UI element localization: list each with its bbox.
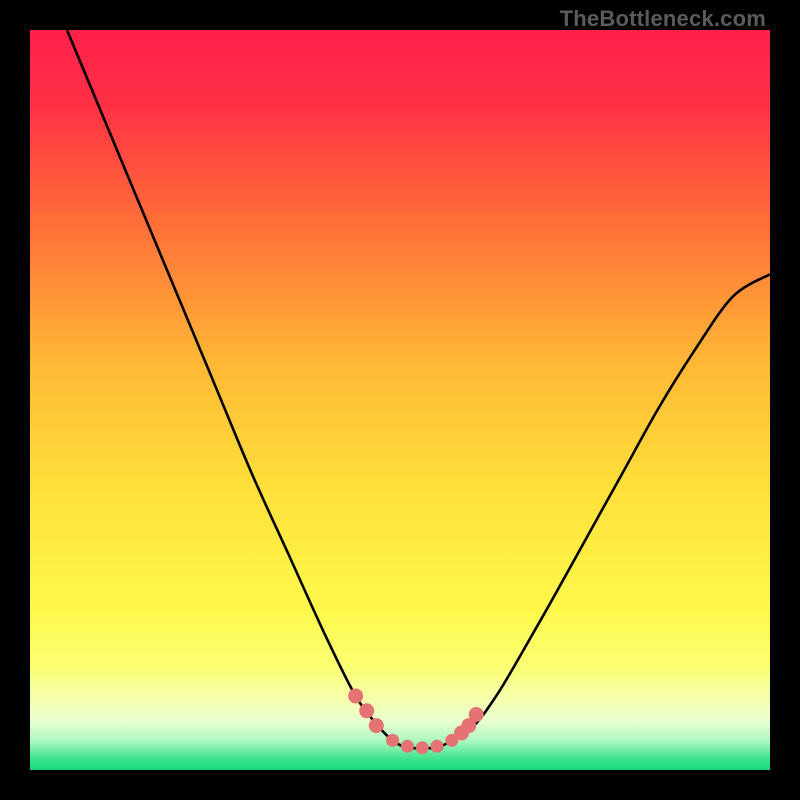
- marker-point: [348, 689, 363, 704]
- marker-point: [431, 740, 444, 753]
- marker-group: [348, 689, 484, 755]
- marker-point: [469, 707, 484, 722]
- watermark-text: TheBottleneck.com: [560, 6, 766, 32]
- marker-point: [386, 734, 399, 747]
- plot-area: [30, 30, 770, 770]
- marker-point: [401, 740, 414, 753]
- marker-point: [369, 718, 384, 733]
- marker-point: [359, 703, 374, 718]
- curve-layer: [30, 30, 770, 770]
- bottleneck-curve: [67, 30, 770, 748]
- chart-frame: TheBottleneck.com: [0, 0, 800, 800]
- marker-point: [416, 741, 429, 754]
